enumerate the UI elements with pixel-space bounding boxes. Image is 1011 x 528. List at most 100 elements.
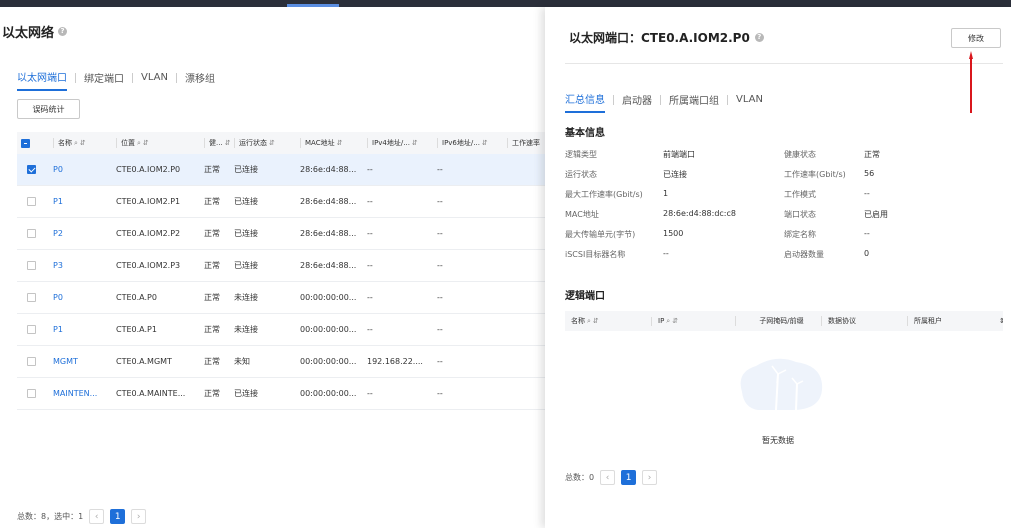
search-icon[interactable]: ⌕ [666,317,670,325]
col-logical-tenant[interactable]: 所属租户 [907,316,993,326]
row-checkbox[interactable] [27,389,36,398]
info-value: 28:6e:d4:88:dc:c8 [663,209,736,218]
table-row[interactable]: P0 CTE0.A.P0 正常 未连接 00:00:00:00... -- -- [17,282,547,314]
table-row[interactable]: P1 CTE0.A.IOM2.P1 正常 已连接 28:6e:d4:88... -- -- [17,186,547,218]
help-icon[interactable]: ? [58,27,68,36]
filter-icon[interactable]: ⇵ [672,317,678,325]
tab-initiators[interactable]: 启动器 [622,92,652,112]
port-mac: 00:00:00:00... [300,325,357,334]
port-health: 正常 [204,325,220,334]
col-logical-ip[interactable]: IP ⌕ ⇵ [651,316,735,326]
filter-icon[interactable]: ⇵ [337,139,343,147]
next-page-button[interactable]: › [642,470,658,485]
col-speed[interactable]: 工作速率 [507,138,547,148]
port-status: 已连接 [234,197,258,206]
tab-failover-group[interactable]: 漂移组 [185,70,215,90]
row-select-cell[interactable] [17,261,53,270]
port-name-link[interactable]: P0 [53,165,116,174]
row-select-cell[interactable] [17,389,53,398]
select-all-cell[interactable] [17,138,53,148]
port-name-link[interactable]: MGMT [53,357,116,366]
row-checkbox[interactable] [27,197,36,206]
row-checkbox[interactable] [27,325,36,334]
col-status[interactable]: 运行状态 ⇵ [234,138,300,148]
col-mac[interactable]: MAC地址 ⇵ [300,138,367,148]
help-icon[interactable]: ? [754,33,764,42]
filter-icon[interactable]: ⇵ [269,139,275,147]
port-ipv4: -- [367,293,373,302]
modify-button[interactable]: 修改 [951,28,1001,48]
prev-page-button[interactable]: ‹ [89,509,105,524]
search-icon[interactable]: ⌕ [74,139,78,147]
next-page-button[interactable]: › [131,509,147,524]
tab-vlan[interactable]: VLAN [736,94,763,110]
error-stats-button[interactable]: 误码统计 [17,99,80,119]
column-settings-icon[interactable]: ⇕ [993,317,1003,325]
port-name-link[interactable]: MAINTEN... [53,389,116,398]
col-ipv6[interactable]: IPv6地址/... ⇵ [437,138,507,148]
search-icon[interactable]: ⌕ [587,317,591,325]
row-checkbox[interactable] [27,165,36,174]
row-select-cell[interactable] [17,229,53,238]
tab-bond-ports[interactable]: 绑定端口 [84,70,124,90]
row-select-cell[interactable] [17,293,53,302]
tab-divider [75,72,76,83]
info-label: 绑定名称 [784,230,816,239]
row-checkbox[interactable] [27,229,36,238]
filter-icon[interactable]: ⇵ [80,139,86,147]
prev-page-button[interactable]: ‹ [600,470,616,485]
col-ipv4[interactable]: IPv4地址/... ⇵ [367,138,437,148]
info-label: 最大工作速率(Gbit/s) [565,190,643,199]
port-name-link[interactable]: P1 [53,325,116,334]
row-select-cell[interactable] [17,325,53,334]
table-row[interactable]: MGMT CTE0.A.MGMT 正常 未知 00:00:00:00... 192.168… [17,346,547,378]
table-row[interactable]: P3 CTE0.A.IOM2.P3 正常 已连接 28:6e:d4:88... -- -- [17,250,547,282]
row-select-cell[interactable] [17,357,53,366]
col-location[interactable]: 位置 ⌕ ⇵ [116,138,204,148]
table-row[interactable]: MAINTEN... CTE0.A.MAINTE... 正常 已连接 00:00:00:… [17,378,547,410]
filter-icon[interactable]: ⇵ [412,139,418,147]
port-name-link[interactable]: P3 [53,261,116,270]
tab-summary[interactable]: 汇总信息 [565,91,605,113]
row-checkbox[interactable] [27,357,36,366]
port-ipv4: -- [367,325,373,334]
col-logical-protocol[interactable]: 数据协议 [821,316,907,326]
port-name-link[interactable]: P0 [53,293,116,302]
detail-panel: 以太网端口：CTE0.A.IOM2.P0 ? 修改 汇总信息 启动器 所属端口组… [545,7,1011,528]
tab-ethernet-ports[interactable]: 以太网端口 [17,69,67,91]
row-select-cell[interactable] [17,165,53,174]
port-ipv4: -- [367,165,373,174]
col-health[interactable]: 健... ⇵ [204,138,234,148]
tab-vlan[interactable]: VLAN [141,72,168,88]
info-value: 56 [864,169,875,178]
port-health: 正常 [204,197,220,206]
page-number-button[interactable]: 1 [110,509,126,524]
port-location: CTE0.A.IOM2.P2 [116,229,181,238]
table-row[interactable]: P0 CTE0.A.IOM2.P0 正常 已连接 28:6e:d4:88... -- -- [17,154,547,186]
col-logical-subnet[interactable]: 子网掩码/前缀 [735,316,821,326]
row-select-cell[interactable] [17,197,53,206]
tab-port-groups[interactable]: 所属端口组 [669,92,719,112]
port-name-link[interactable]: P1 [53,197,116,206]
table-row[interactable]: P1 CTE0.A.P1 正常 未连接 00:00:00:00... -- -- [17,314,547,346]
table-row[interactable]: P2 CTE0.A.IOM2.P2 正常 已连接 28:6e:d4:88... -- -- [17,218,547,250]
table-header: 名称 ⌕ ⇵ 位置 ⌕ ⇵ 健... ⇵ 运行状态 ⇵ MAC地址 ⇵ IPv4地址/... ⇵… [17,132,547,154]
select-all-checkbox[interactable] [21,138,30,148]
filter-icon[interactable]: ⇵ [143,139,149,147]
port-mac: 00:00:00:00... [300,293,357,302]
col-logical-name[interactable]: 名称 ⌕ ⇵ [565,316,651,326]
panel-divider [565,63,1003,64]
filter-icon[interactable]: ⇵ [225,139,231,147]
search-icon[interactable]: ⌕ [137,139,141,147]
page-number-button[interactable]: 1 [621,470,637,485]
row-checkbox[interactable] [27,293,36,302]
filter-icon[interactable]: ⇵ [482,139,488,147]
selection-summary: 总数：8，选中：1 [17,512,84,521]
top-nav-bar [0,0,1011,7]
col-name[interactable]: 名称 ⌕ ⇵ [53,138,116,148]
tab-divider [132,72,133,83]
row-checkbox[interactable] [27,261,36,270]
port-name-link[interactable]: P2 [53,229,116,238]
page-tabs: 以太网端口 绑定端口 VLAN 漂移组 [17,69,215,91]
filter-icon[interactable]: ⇵ [593,317,599,325]
